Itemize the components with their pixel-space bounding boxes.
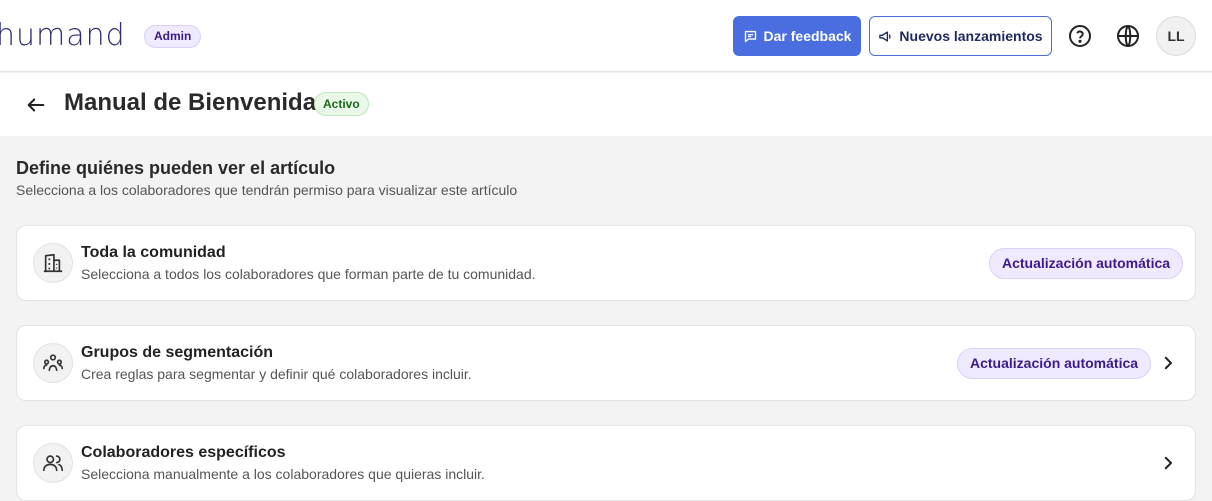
option-entire-community[interactable]: Toda la comunidad Selecciona a todos los… — [16, 225, 1196, 301]
option-description: Selecciona a todos los colaboradores que… — [81, 266, 536, 282]
news-button-label: Nuevos lanzamientos — [899, 28, 1043, 44]
top-bar: humand Admin Dar feedback Nuevos lanzami… — [0, 0, 1212, 72]
language-button[interactable] — [1112, 20, 1144, 52]
option-specific-collaborators[interactable]: Colaboradores específicos Selecciona man… — [16, 425, 1196, 501]
humand-logo[interactable]: humand — [0, 18, 126, 53]
option-title: Grupos de segmentación — [81, 344, 274, 361]
page-title: Manual de Bienvenida — [64, 89, 317, 116]
feedback-button-label: Dar feedback — [763, 28, 852, 44]
message-icon — [744, 30, 756, 42]
section-title: Define quiénes pueden ver el artículo — [16, 158, 336, 178]
auto-update-badge: Actualización automática — [989, 248, 1184, 279]
globe-icon — [1117, 25, 1139, 47]
chevron-right-icon[interactable] — [1157, 452, 1179, 474]
help-button[interactable] — [1064, 20, 1096, 52]
megaphone-icon — [879, 30, 892, 42]
auto-update-badge: Actualización automática — [957, 348, 1152, 379]
card-icon-wrap — [33, 243, 73, 283]
status-badge: Activo — [314, 92, 369, 116]
card-icon-wrap — [33, 343, 73, 383]
option-description: Crea reglas para segmentar y definir qué… — [81, 366, 472, 382]
option-description: Selecciona manualmente a los colaborador… — [81, 466, 485, 482]
feedback-button[interactable]: Dar feedback — [733, 16, 861, 56]
news-button[interactable]: Nuevos lanzamientos — [869, 16, 1052, 56]
back-button[interactable] — [22, 91, 50, 119]
segment-group-icon — [43, 354, 63, 372]
card-icon-wrap — [33, 443, 73, 483]
option-title: Colaboradores específicos — [81, 444, 286, 461]
option-segmentation-groups[interactable]: Grupos de segmentación Crea reglas para … — [16, 325, 1196, 401]
section-subtitle: Selecciona a los colaboradores que tendr… — [16, 182, 518, 198]
admin-badge: Admin — [144, 25, 202, 48]
users-icon — [43, 455, 63, 472]
option-title: Toda la comunidad — [81, 244, 226, 261]
building-icon — [43, 253, 63, 273]
chevron-right-icon[interactable] — [1157, 352, 1179, 374]
page-header: Manual de Bienvenida Activo — [0, 73, 1212, 136]
user-avatar[interactable]: LL — [1156, 16, 1196, 56]
arrow-left-icon — [27, 98, 45, 112]
help-circle-icon — [1069, 25, 1091, 47]
